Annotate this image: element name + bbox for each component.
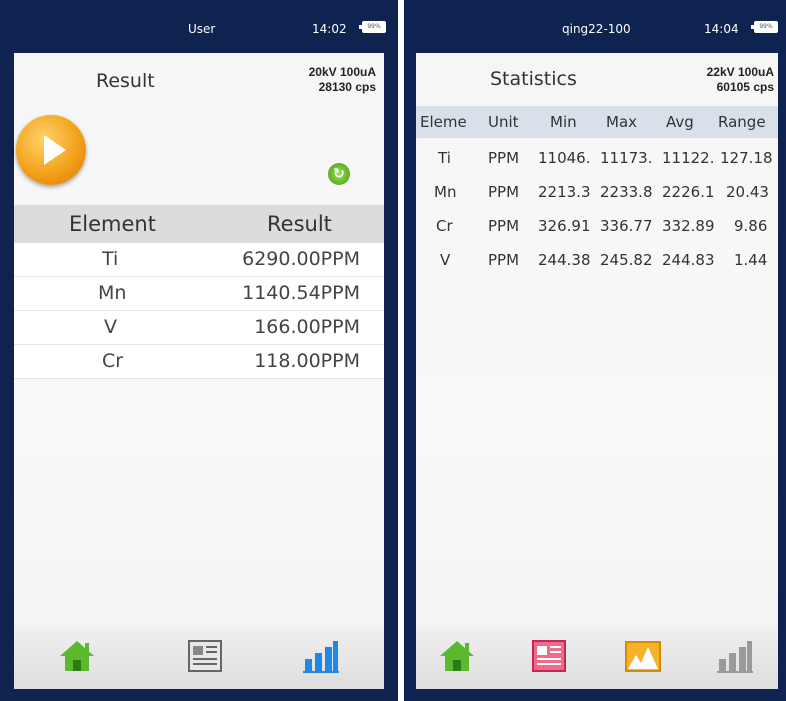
row-element: Mn <box>98 282 127 304</box>
status-bar: User 14:02 99% <box>0 0 398 53</box>
result-content: Result 20kV 100uA 28130 cps ↻ Element Re… <box>14 53 384 689</box>
battery-icon: 99% <box>751 21 778 33</box>
cell-max: 2233.8 <box>600 183 653 201</box>
cell-unit: PPM <box>488 217 520 235</box>
home-icon[interactable] <box>58 637 96 675</box>
col-min: Min <box>550 113 577 131</box>
col-range: Range <box>718 113 766 131</box>
result-screen: User 14:02 99% Result 20kV 100uA 28130 c… <box>0 0 398 701</box>
statistics-table-header: Eleme Unit Min Max Avg Range <box>416 106 778 138</box>
cell-unit: PPM <box>488 149 520 167</box>
cell-unit: PPM <box>488 183 520 201</box>
table-row[interactable]: Ti 6290.00PPM <box>14 243 384 277</box>
cell-max: 11173. <box>600 149 653 167</box>
page-title: Statistics <box>490 68 577 90</box>
table-row[interactable]: Cr PPM 326.91 336.77 332.89 9.86 <box>416 210 778 243</box>
table-row[interactable]: V 166.00PPM <box>14 311 384 345</box>
measurement-params: 22kV 100uA 60105 cps <box>707 65 774 95</box>
measurement-params: 20kV 100uA 28130 cps <box>309 65 376 95</box>
chart-icon[interactable] <box>302 637 340 675</box>
cell-max: 245.82 <box>600 251 653 269</box>
cell-element: V <box>440 251 451 269</box>
cell-min: 2213.3 <box>538 183 591 201</box>
row-element: V <box>104 316 117 338</box>
refresh-icon[interactable]: ↻ <box>328 163 350 185</box>
cell-unit: PPM <box>488 251 520 269</box>
cell-range: 127.18 <box>720 149 773 167</box>
status-bar: qing22-100 14:04 99% <box>404 0 786 53</box>
table-row[interactable]: V PPM 244.38 245.82 244.83 1.44 <box>416 244 778 277</box>
col-max: Max <box>606 113 638 131</box>
count-rate: 28130 cps <box>318 80 376 94</box>
device-frame <box>404 0 416 701</box>
table-row[interactable]: Cr 118.00PPM <box>14 345 384 379</box>
report-icon[interactable] <box>186 637 224 675</box>
cell-element: Mn <box>434 183 457 201</box>
col-unit: Unit <box>488 113 519 131</box>
cell-element: Cr <box>436 217 453 235</box>
battery-icon: 99% <box>359 21 386 33</box>
cell-avg: 11122. <box>662 149 715 167</box>
voltage-current: 22kV 100uA <box>706 65 774 79</box>
chart-icon[interactable] <box>716 637 754 675</box>
play-icon <box>44 135 66 165</box>
row-result: 166.00PPM <box>254 316 360 338</box>
row-result: 118.00PPM <box>254 350 360 372</box>
device-frame <box>404 689 786 701</box>
cell-avg: 332.89 <box>662 217 715 235</box>
table-row[interactable]: Ti PPM 11046. 11173. 11122. 127.18 <box>416 142 778 175</box>
spectrum-icon[interactable] <box>624 637 662 675</box>
user-name: User <box>188 22 216 36</box>
cell-avg: 2226.1 <box>662 183 715 201</box>
statistics-content: Statistics 22kV 100uA 60105 cps Eleme Un… <box>416 53 778 689</box>
table-row[interactable]: Mn 1140.54PPM <box>14 277 384 311</box>
cell-avg: 244.83 <box>662 251 715 269</box>
cell-max: 336.77 <box>600 217 653 235</box>
count-rate: 60105 cps <box>716 80 774 94</box>
cell-range: 20.43 <box>726 183 769 201</box>
col-element: Eleme <box>420 113 467 131</box>
result-table-header: Element Result <box>14 205 384 243</box>
device-frame <box>0 689 398 701</box>
cell-min: 11046. <box>538 149 591 167</box>
cell-element: Ti <box>438 149 451 167</box>
device-name: qing22-100 <box>562 22 631 36</box>
page-title: Result <box>96 70 155 92</box>
clock: 14:02 <box>312 22 347 36</box>
cell-min: 326.91 <box>538 217 591 235</box>
voltage-current: 20kV 100uA <box>308 65 376 79</box>
statistics-screen: qing22-100 14:04 99% Statistics 22kV 100… <box>404 0 786 701</box>
row-result: 6290.00PPM <box>242 248 360 270</box>
cell-range: 9.86 <box>734 217 768 235</box>
col-result: Result <box>267 212 332 236</box>
row-result: 1140.54PPM <box>242 282 360 304</box>
bottom-nav <box>14 625 384 689</box>
row-element: Ti <box>102 248 119 270</box>
device-frame <box>0 0 14 701</box>
bottom-nav <box>416 625 778 689</box>
home-icon[interactable] <box>438 637 476 675</box>
start-test-button[interactable] <box>16 115 86 185</box>
device-frame <box>384 0 398 701</box>
cell-range: 1.44 <box>734 251 768 269</box>
cell-min: 244.38 <box>538 251 591 269</box>
clock: 14:04 <box>704 22 739 36</box>
row-element: Cr <box>102 350 124 372</box>
report-icon[interactable] <box>530 637 568 675</box>
col-element: Element <box>69 212 156 236</box>
table-row[interactable]: Mn PPM 2213.3 2233.8 2226.1 20.43 <box>416 176 778 209</box>
col-avg: Avg <box>666 113 694 131</box>
device-frame <box>778 0 786 701</box>
